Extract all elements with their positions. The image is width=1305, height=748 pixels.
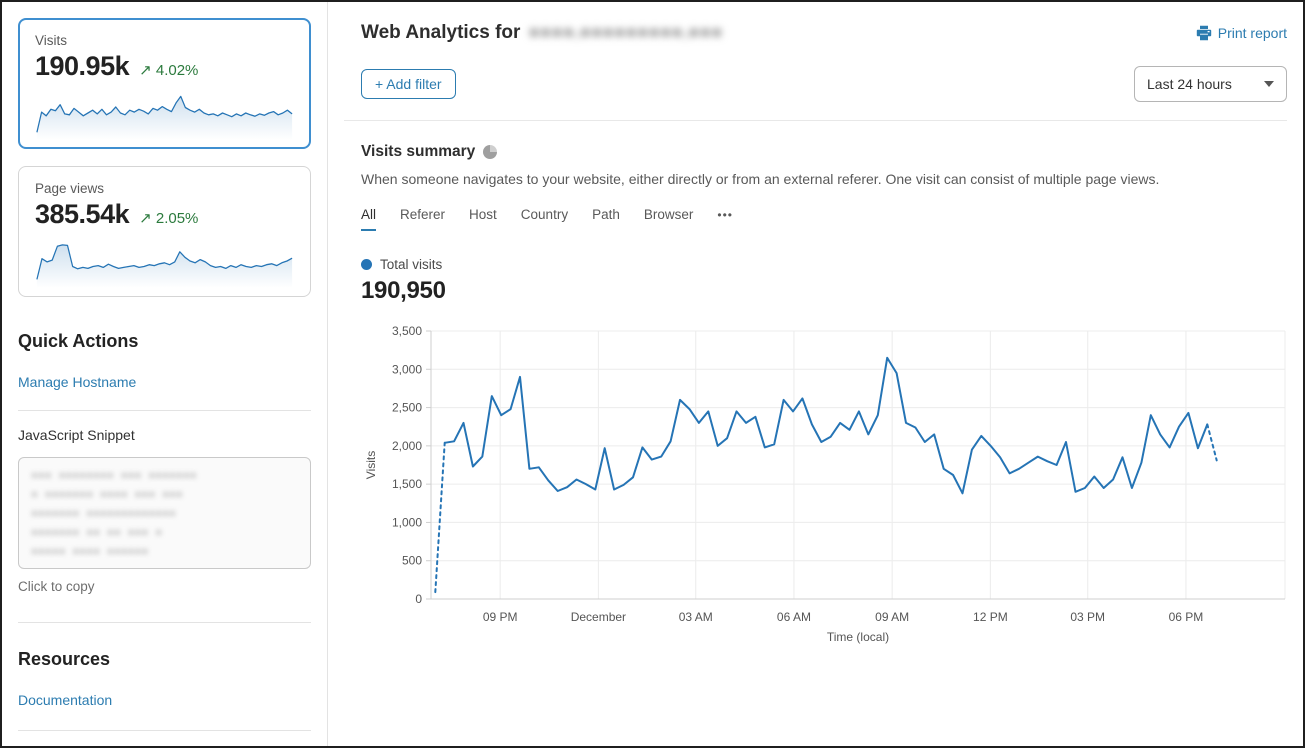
resources-heading: Resources — [18, 649, 311, 670]
legend-label: Total visits — [380, 257, 442, 272]
sidebar: Visits 190.95k ↗ 4.02% Page views 385.54… — [2, 2, 327, 746]
svg-text:3,500: 3,500 — [392, 324, 422, 338]
time-range-dropdown[interactable]: Last 24 hours — [1134, 66, 1287, 102]
visits-line-chart: 0 500 1,000 1,500 2,000 2,500 3,000 3,500 09 PM D… — [361, 321, 1293, 657]
page-views-sparkline — [35, 234, 294, 288]
printer-icon — [1196, 25, 1212, 41]
main-panel: Web Analytics for ●●●●.●●●●●●●●●.●●● Pri… — [327, 2, 1303, 746]
javascript-snippet-box[interactable]: ▪▪▪ ▪▪▪▪▪▪▪▪ ▪▪▪ ▪▪▪▪▪▪▪ ▪ ▪▪▪▪▪▪▪ ▪▪▪▪ … — [18, 457, 311, 569]
svg-text:0: 0 — [415, 592, 422, 606]
svg-text:1,000: 1,000 — [392, 515, 422, 529]
svg-text:12 PM: 12 PM — [973, 610, 1008, 624]
page-title: Web Analytics for — [361, 22, 520, 44]
svg-text:03 PM: 03 PM — [1070, 610, 1105, 624]
blurred-code-line: ▪▪▪▪▪ ▪▪▪▪ ▪▪▪▪▪▪ — [31, 544, 298, 563]
javascript-snippet-label: JavaScript Snippet — [18, 427, 311, 443]
blurred-code-line: ▪▪▪▪▪▪▪ ▪▪▪▪▪▪▪▪▪▪▪▪▪ — [31, 506, 298, 525]
print-report-button[interactable]: Print report — [1196, 25, 1287, 41]
visits-chart: 0 500 1,000 1,500 2,000 2,500 3,000 3,500 09 PM D… — [361, 321, 1287, 662]
svg-text:06 AM: 06 AM — [777, 610, 811, 624]
svg-text:2,500: 2,500 — [392, 401, 422, 415]
trend-up-icon: ↗ — [139, 210, 152, 227]
metric-delta: ↗ 4.02% — [139, 61, 198, 79]
metric-title: Page views — [35, 181, 294, 196]
visits-summary-title: Visits summary — [361, 143, 475, 161]
add-filter-button[interactable]: + Add filter — [361, 69, 456, 99]
metric-value: 385.54k — [35, 199, 129, 230]
chart-legend: Total visits — [361, 257, 1287, 272]
chevron-down-icon — [1264, 81, 1274, 87]
time-range-value: Last 24 hours — [1147, 76, 1232, 92]
svg-text:09 AM: 09 AM — [875, 610, 909, 624]
tab-browser[interactable]: Browser — [644, 207, 694, 231]
tab-country[interactable]: Country — [521, 207, 568, 231]
svg-text:3,000: 3,000 — [392, 362, 422, 376]
metric-value: 190.95k — [35, 51, 129, 82]
tab-path[interactable]: Path — [592, 207, 620, 231]
web-analytics-dashboard: Visits 190.95k ↗ 4.02% Page views 385.54… — [0, 0, 1305, 748]
metric-card-page-views[interactable]: Page views 385.54k ↗ 2.05% — [18, 166, 311, 297]
manage-hostname-link[interactable]: Manage Hostname — [18, 374, 136, 390]
svg-text:09 PM: 09 PM — [483, 610, 518, 624]
blurred-code-line: ▪▪▪ ▪▪▪▪▪▪▪▪ ▪▪▪ ▪▪▪▪▪▪▪ — [31, 468, 298, 487]
svg-text:Time (local): Time (local) — [827, 630, 889, 644]
pie-chart-icon — [483, 145, 497, 159]
blurred-code-line: ▪ ▪▪▪▪▪▪▪ ▪▪▪▪ ▪▪▪ ▪▪▪ — [31, 487, 298, 506]
svg-text:December: December — [571, 610, 626, 624]
tab-host[interactable]: Host — [469, 207, 497, 231]
print-report-label: Print report — [1218, 25, 1287, 41]
svg-text:500: 500 — [402, 554, 422, 568]
visits-summary-description: When someone navigates to your website, … — [361, 171, 1287, 187]
visits-sparkline — [35, 86, 294, 140]
legend-dot-icon — [361, 259, 372, 270]
svg-text:06 PM: 06 PM — [1169, 610, 1204, 624]
svg-text:2,000: 2,000 — [392, 439, 422, 453]
documentation-link[interactable]: Documentation — [18, 692, 112, 708]
svg-text:1,500: 1,500 — [392, 477, 422, 491]
metric-title: Visits — [35, 33, 294, 48]
metric-delta: ↗ 2.05% — [139, 209, 198, 227]
divider — [18, 730, 311, 731]
click-to-copy-hint: Click to copy — [18, 579, 311, 594]
total-visits-value: 190,950 — [361, 277, 1287, 305]
tab-all[interactable]: All — [361, 207, 376, 231]
quick-actions-heading: Quick Actions — [18, 331, 311, 352]
divider — [18, 410, 311, 411]
blurred-code-line: ▪▪▪▪▪▪▪ ▪▪ ▪▪ ▪▪▪ ▪ — [31, 525, 298, 544]
tab-referer[interactable]: Referer — [400, 207, 445, 231]
svg-text:Visits: Visits — [364, 451, 378, 479]
divider — [18, 622, 311, 623]
divider — [344, 120, 1287, 121]
metric-card-visits[interactable]: Visits 190.95k ↗ 4.02% — [18, 18, 311, 149]
dimension-tabs: All Referer Host Country Path Browser ••… — [361, 207, 1287, 231]
svg-text:03 AM: 03 AM — [679, 610, 713, 624]
more-tabs-button[interactable]: ••• — [717, 208, 733, 231]
trend-up-icon: ↗ — [139, 62, 152, 79]
blurred-domain: ●●●●.●●●●●●●●●.●●● — [528, 22, 722, 44]
